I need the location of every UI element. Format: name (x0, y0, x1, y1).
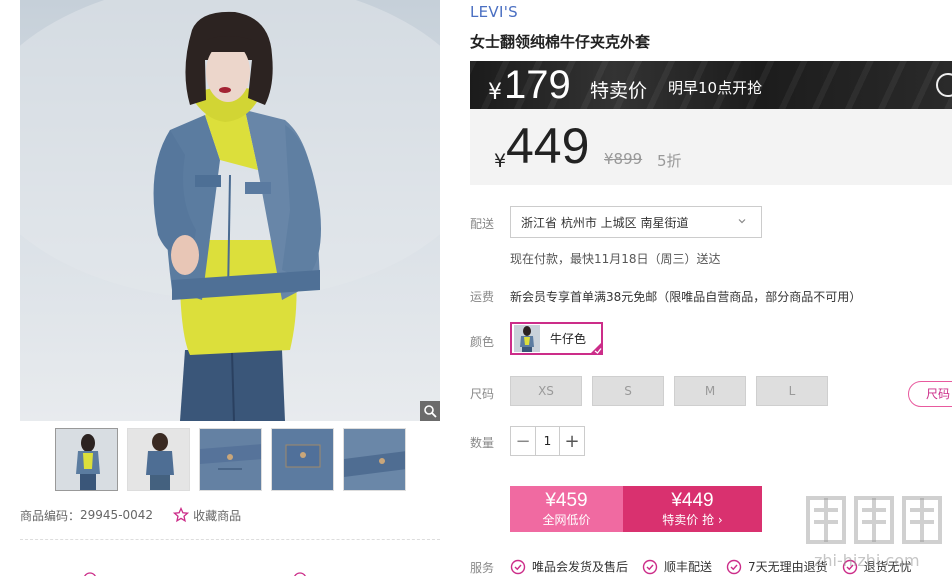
services-label: 服务 (470, 561, 495, 575)
shipping-label: 运费 (470, 290, 495, 304)
current-price: 449 (506, 118, 590, 174)
color-option-label: 牛仔色 (550, 332, 587, 346)
sale-price: ¥449 (671, 490, 714, 511)
lowest-price-label: 全网低价 (542, 513, 591, 527)
flash-currency: ¥ (488, 80, 502, 105)
thumbnail-image (128, 429, 189, 490)
service-item: 顺丰配送 (642, 558, 712, 575)
delivery-estimate: 现在付款，最快11月18日（周三）送达 (510, 252, 721, 266)
flash-price: 179 (504, 63, 571, 107)
services-list: 唯品会发货及售后 顺丰配送 7天无理由退货 退货无忧 (510, 558, 926, 575)
magnifier-icon (424, 405, 437, 418)
thumbnail-image (56, 429, 117, 490)
service-label: 唯品会发货及售后 (532, 560, 629, 574)
zoom-button[interactable] (420, 401, 440, 421)
flash-start-note: 明早10点开抢 (668, 79, 763, 97)
service-label: 7天无理由退货 (748, 560, 828, 574)
flash-sale-banner: ¥ 179 特卖价 明早10点开抢 (470, 61, 952, 109)
product-code-label: 商品编码： (20, 508, 81, 523)
product-page: 商品编码： 29945-0042 收藏商品 LEVI'S 女士翻领纯棉牛仔夹克外… (0, 0, 952, 576)
discount-label: 5折 (657, 152, 682, 170)
service-item: 7天无理由退货 (726, 558, 828, 575)
favorite-label: 收藏商品 (193, 508, 242, 523)
color-option-denim[interactable]: 牛仔色 (510, 322, 603, 355)
quantity-input[interactable]: 1 (535, 427, 560, 455)
product-title: 女士翻领纯棉牛仔夹克外套 (470, 33, 651, 51)
size-option-xs[interactable]: XS (510, 376, 582, 406)
check-circle-icon (726, 559, 742, 574)
product-main-image[interactable] (20, 0, 440, 421)
service-item: 唯品会发货及售后 (510, 558, 628, 575)
quantity-increase-button[interactable]: + (560, 427, 584, 455)
thumbnail-image (200, 429, 261, 490)
delivery-label: 配送 (470, 217, 495, 231)
product-code: 29945-0042 (80, 508, 154, 522)
lowest-price-button[interactable]: ¥459 全网低价 (510, 486, 623, 532)
model-photo (20, 0, 440, 421)
thumbnail-strip (55, 428, 406, 491)
address-select[interactable]: 浙江省 杭州市 上城区 南星街道 (510, 206, 762, 238)
flash-tag: 特卖价 (590, 80, 648, 102)
size-option-m[interactable]: M (674, 376, 746, 406)
quantity-decrease-button[interactable]: − (511, 427, 535, 455)
price-box: ¥ 449 ¥899 5折 (470, 109, 952, 185)
brand-link[interactable]: LEVI'S (470, 3, 518, 21)
selected-check-icon (589, 341, 603, 355)
check-circle-icon (842, 559, 857, 574)
favorite-button[interactable]: 收藏商品 (173, 507, 241, 524)
address-value: 浙江省 杭州市 上城区 南星街道 (521, 215, 689, 230)
thumbnail-image (272, 429, 333, 490)
cropped-links-row (80, 570, 420, 576)
buy-now-label: 特卖价 抢 › (662, 513, 723, 527)
check-circle-icon (510, 559, 526, 574)
lowest-price: ¥459 (545, 490, 588, 511)
quantity-label: 数量 (470, 436, 495, 450)
price-currency: ¥ (494, 150, 507, 172)
thumbnail-4[interactable] (271, 428, 334, 491)
thumbnail-3[interactable] (199, 428, 262, 491)
product-meta-row: 商品编码： 29945-0042 收藏商品 (20, 505, 440, 525)
size-label: 尺码 (470, 387, 495, 401)
quantity-stepper: − 1 + (510, 426, 585, 456)
star-icon (173, 507, 190, 523)
cropped-icons (84, 572, 306, 576)
color-label: 颜色 (470, 335, 495, 349)
thumbnail-2[interactable] (127, 428, 190, 491)
thumbnail-5[interactable] (343, 428, 406, 491)
service-label: 退货无忧 (863, 560, 912, 574)
service-label: 顺丰配送 (664, 560, 713, 574)
thumbnail-1[interactable] (55, 428, 118, 491)
service-item: 退货无忧 (842, 558, 912, 575)
size-option-l[interactable]: L (756, 376, 828, 406)
thumbnail-image (344, 429, 405, 490)
buy-now-button[interactable]: ¥449 特卖价 抢 › (623, 486, 762, 532)
color-swatch-image (514, 325, 540, 352)
check-circle-icon (642, 559, 658, 574)
divider (20, 539, 440, 540)
original-price: ¥899 (604, 150, 643, 168)
chevron-down-icon (738, 219, 746, 224)
shipping-text: 新会员专享首单满38元免邮（限唯品自营商品，部分商品不可用） (510, 290, 862, 304)
size-chart-button[interactable]: 尺码 (908, 381, 952, 407)
size-option-s[interactable]: S (592, 376, 664, 406)
